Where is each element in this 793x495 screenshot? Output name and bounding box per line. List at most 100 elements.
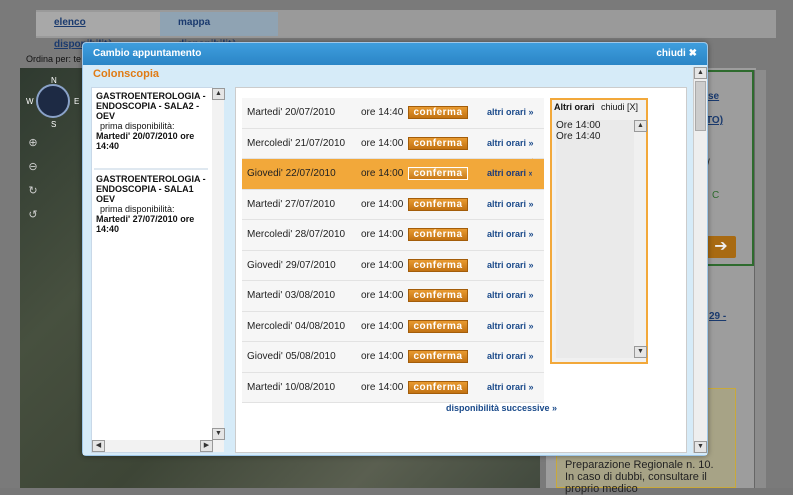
units-horizontal-scrollbar[interactable]: ◀ ▶ <box>92 440 224 452</box>
units-vertical-scrollbar[interactable]: ▲ ▼ <box>212 88 225 440</box>
slot-row[interactable]: Martedi' 20/07/2010 ore 14:40 conferma altr… <box>242 98 544 129</box>
confirm-button[interactable]: conferma <box>408 258 468 272</box>
dialog-scroll-thumb[interactable] <box>695 81 706 131</box>
other-time-item[interactable]: Ore 14:40 <box>556 131 634 142</box>
other-times-link[interactable]: altri orari » <box>487 138 534 148</box>
unit-first-value: Martedi' 27/07/2010 ore 14:40 <box>96 214 195 234</box>
confirm-button[interactable]: conferma <box>408 167 468 180</box>
other-times-link[interactable]: altri orari » <box>487 199 534 209</box>
compass-icon[interactable]: N S W E <box>26 76 79 129</box>
unit-item[interactable]: GASTROENTEROLOGIA - ENDOSCOPIA - SALA2 -… <box>96 91 206 151</box>
scroll-down-icon[interactable]: ▼ <box>694 441 707 453</box>
slot-time: ore 14:00 <box>361 351 404 362</box>
other-times-close-button[interactable]: chiudi [X] <box>601 102 638 112</box>
scroll-down-icon[interactable]: ▼ <box>212 428 225 440</box>
confirm-button[interactable]: conferma <box>408 136 468 150</box>
slot-time: ore 14:00 <box>361 320 404 332</box>
scroll-left-icon[interactable]: ◀ <box>92 440 105 452</box>
slot-row[interactable]: Giovedi' 22/07/2010 ore 14:00 conferma altr… <box>242 159 544 190</box>
other-times-link[interactable]: altri orari » <box>487 321 534 331</box>
scroll-up-icon[interactable]: ▲ <box>694 67 707 79</box>
confirm-button[interactable]: conferma <box>408 380 468 394</box>
confirm-button[interactable]: conferma <box>408 289 468 302</box>
close-icon: ✖ <box>688 48 697 59</box>
undo-icon[interactable]: ↺ <box>26 208 40 222</box>
list-divider <box>94 168 208 170</box>
other-time-item[interactable]: Ore 14:00 <box>556 120 634 131</box>
slot-row[interactable]: Giovedi' 29/07/2010 ore 14:00 conferma altr… <box>242 250 544 281</box>
slot-row[interactable]: Mercoledi' 04/08/2010 ore 14:00 conferma al… <box>242 311 544 342</box>
slot-time: ore 14:00 <box>361 168 404 179</box>
exam-title: Colonscopia <box>93 68 160 80</box>
unit-name: GASTROENTEROLOGIA - ENDOSCOPIA - SALA2 -… <box>96 91 206 121</box>
dialog-header: Cambio appuntamento chiudi ✖ <box>83 43 707 65</box>
confirm-button[interactable]: conferma <box>408 197 468 211</box>
slot-time: ore 14:00 <box>361 198 404 210</box>
slot-row[interactable]: Mercoledi' 28/07/2010 ore 14:00 conferma al… <box>242 220 544 251</box>
scroll-right-icon[interactable]: ▶ <box>200 440 213 452</box>
slot-date: Giovedi' 29/07/2010 <box>247 259 336 271</box>
map-navigation-control[interactable]: N S W E ⊕ ⊖ ↻ ↺ <box>22 74 80 221</box>
unit-name: GASTROENTEROLOGIA - ENDOSCOPIA - SALA1 O… <box>96 174 206 204</box>
compass-w: W <box>26 97 34 106</box>
dialog-close-label: chiudi <box>656 48 686 59</box>
more-slots-link[interactable]: disponibilità successive » <box>446 403 557 413</box>
unit-first-label: prima disponibilità: <box>100 121 175 131</box>
background-link-se[interactable]: se <box>708 91 719 102</box>
slot-date: Mercoledi' 21/07/2010 <box>247 137 346 149</box>
rotate-icon[interactable]: ↻ <box>26 184 40 198</box>
scroll-up-icon[interactable]: ▲ <box>634 120 647 132</box>
compass-s: S <box>51 120 57 129</box>
unit-item[interactable]: GASTROENTEROLOGIA - ENDOSCOPIA - SALA1 O… <box>96 174 206 234</box>
other-times-scrollbar[interactable]: ▲ ▼ <box>634 120 647 358</box>
other-times-link[interactable]: altri orari » <box>487 351 534 361</box>
other-times-link[interactable]: altri orari » <box>487 168 534 178</box>
slot-time: ore 14:40 <box>361 107 404 118</box>
confirm-button[interactable]: conferma <box>408 106 468 119</box>
slot-row[interactable]: Martedi' 27/07/2010 ore 14:00 conferma altr… <box>242 189 544 220</box>
background-c: C <box>712 190 720 201</box>
other-times-link[interactable]: altri orari » <box>487 260 534 270</box>
other-times-link[interactable]: altri orari » <box>487 382 534 392</box>
slot-row[interactable]: Martedi' 03/08/2010 ore 14:00 conferma altr… <box>242 281 544 312</box>
compass-n: N <box>51 76 57 85</box>
other-times-link[interactable]: altri orari » <box>487 229 534 239</box>
scroll-up-icon[interactable]: ▲ <box>212 88 225 100</box>
zoom-out-icon[interactable]: ⊖ <box>26 160 40 174</box>
dialog-close-button[interactable]: chiudi ✖ <box>656 48 697 59</box>
dialog-scrollbar[interactable]: ▲ ▼ <box>693 67 707 453</box>
dialog-body: Colonscopia GASTROENTEROLOGIA - ENDOSCOP… <box>83 65 707 455</box>
selected-pointer <box>532 158 542 188</box>
slot-time: ore 14:00 <box>361 290 404 301</box>
background-link-29[interactable]: 29 - <box>709 311 726 322</box>
zoom-in-icon[interactable]: ⊕ <box>26 136 40 150</box>
slot-date: Giovedi' 05/08/2010 <box>247 351 336 362</box>
confirm-button[interactable]: conferma <box>408 319 468 333</box>
other-times-panel: Altri orari chiudi [X] Ore 14:00 Ore 14:4… <box>550 98 648 364</box>
slot-time: ore 14:00 <box>361 137 404 149</box>
slot-date: Martedi' 27/07/2010 <box>247 198 336 210</box>
slot-date: Martedi' 03/08/2010 <box>247 290 336 301</box>
arrow-right-icon[interactable]: ➔ <box>706 236 736 258</box>
confirm-button[interactable]: conferma <box>408 350 468 363</box>
background-link-to[interactable]: TO) <box>706 115 723 126</box>
tab-elenco-disponibilita[interactable]: elenco disponibilità <box>36 12 160 50</box>
scroll-down-icon[interactable]: ▼ <box>634 346 647 358</box>
other-times-link[interactable]: altri orari » <box>487 290 534 300</box>
slot-row[interactable]: Giovedi' 05/08/2010 ore 14:00 conferma altr… <box>242 342 544 373</box>
compass-e: E <box>74 97 80 106</box>
other-times-link[interactable]: altri orari » <box>487 107 534 117</box>
other-times-list: Ore 14:00 Ore 14:40 <box>556 120 634 358</box>
slot-row[interactable]: Martedi' 10/08/2010 ore 14:00 conferma altr… <box>242 372 544 403</box>
slot-date: Martedi' 20/07/2010 <box>247 107 336 118</box>
slot-date: Mercoledi' 28/07/2010 <box>247 229 346 240</box>
slot-time: ore 14:00 <box>361 381 404 393</box>
units-list: GASTROENTEROLOGIA - ENDOSCOPIA - SALA2 -… <box>91 87 225 453</box>
slots-panel: Martedi' 20/07/2010 ore 14:40 conferma altr… <box>235 87 687 453</box>
slot-row[interactable]: Mercoledi' 21/07/2010 ore 14:00 conferma al… <box>242 128 544 159</box>
tab-mappa-disponibilita[interactable]: mappa disponibilità <box>160 12 278 50</box>
confirm-button[interactable]: conferma <box>408 228 468 241</box>
change-appointment-dialog: Cambio appuntamento chiudi ✖ Colonscopia… <box>82 42 708 456</box>
background-scrollbar[interactable] <box>754 70 766 488</box>
background-tabs: elenco disponibilità mappa disponibilità <box>36 10 776 50</box>
